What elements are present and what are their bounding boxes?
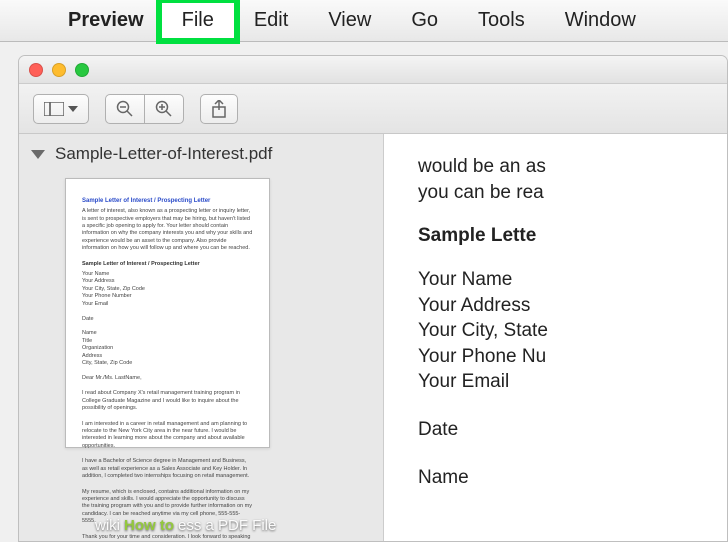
- thumb-p1: I read about Company X's retail manageme…: [82, 390, 253, 412]
- doc-line: you can be rea: [418, 180, 727, 206]
- doc-name: Name: [418, 465, 727, 491]
- watermark-rest: ess a PDF File: [178, 517, 276, 534]
- doc-field: Your Name: [418, 267, 727, 293]
- zoom-out-button[interactable]: [105, 94, 144, 124]
- menu-window[interactable]: Window: [545, 3, 656, 38]
- preview-window: Sample-Letter-of-Interest.pdf Sample Let…: [18, 55, 728, 542]
- toolbar: [19, 84, 727, 134]
- thumb-addr: Your Name Your Address Your City, State,…: [82, 271, 253, 382]
- menu-file[interactable]: File: [162, 3, 234, 38]
- thumb-sub: Sample Letter of Interest / Prospecting …: [82, 261, 253, 268]
- thumb-intro: A letter of interest, also known as a pr…: [82, 208, 253, 253]
- menu-edit[interactable]: Edit: [234, 3, 308, 38]
- thumbnail-sidebar: Sample-Letter-of-Interest.pdf Sample Let…: [19, 134, 384, 541]
- menu-tools[interactable]: Tools: [458, 3, 545, 38]
- doc-field: Your Phone Nu: [418, 344, 727, 370]
- thumb-heading: Sample Letter of Interest / Prospecting …: [82, 197, 253, 205]
- content-area: Sample-Letter-of-Interest.pdf Sample Let…: [19, 134, 727, 541]
- doc-section-title: Sample Lette: [418, 223, 727, 249]
- doc-line: would be an as: [418, 154, 727, 180]
- watermark-suf: How to: [124, 517, 174, 534]
- thumb-p2: I am interested in a career in retail ma…: [82, 421, 253, 451]
- zoom-group: [105, 94, 184, 124]
- sidebar-view-button[interactable]: [33, 94, 89, 124]
- sidebar-header[interactable]: Sample-Letter-of-Interest.pdf: [31, 144, 371, 164]
- menu-go[interactable]: Go: [391, 3, 458, 38]
- watermark: wikiHow to ess a PDF File: [95, 517, 276, 534]
- zoom-in-button[interactable]: [144, 94, 184, 124]
- page-thumbnail[interactable]: Sample Letter of Interest / Prospecting …: [65, 178, 270, 448]
- doc-field: Your City, State: [418, 318, 727, 344]
- sidebar-filename: Sample-Letter-of-Interest.pdf: [55, 144, 272, 164]
- document-view[interactable]: would be an as you can be rea Sample Let…: [384, 134, 727, 541]
- menu-view[interactable]: View: [308, 3, 391, 38]
- thumb-p5: Thank you for your time and consideratio…: [82, 534, 253, 542]
- titlebar: [19, 56, 727, 84]
- minimize-button[interactable]: [52, 63, 66, 77]
- app-name[interactable]: Preview: [50, 3, 162, 38]
- watermark-pre: wiki: [95, 517, 120, 534]
- chevron-down-icon: [68, 106, 78, 112]
- menubar: Preview File Edit View Go Tools Window: [0, 0, 728, 42]
- maximize-button[interactable]: [75, 63, 89, 77]
- traffic-lights: [29, 63, 89, 77]
- close-button[interactable]: [29, 63, 43, 77]
- doc-field: Your Email: [418, 369, 727, 395]
- doc-field: Your Address: [418, 293, 727, 319]
- thumb-p3: I have a Bachelor of Science degree in M…: [82, 458, 253, 480]
- doc-date: Date: [418, 417, 727, 443]
- disclosure-triangle-icon[interactable]: [31, 150, 45, 159]
- share-button[interactable]: [200, 94, 238, 124]
